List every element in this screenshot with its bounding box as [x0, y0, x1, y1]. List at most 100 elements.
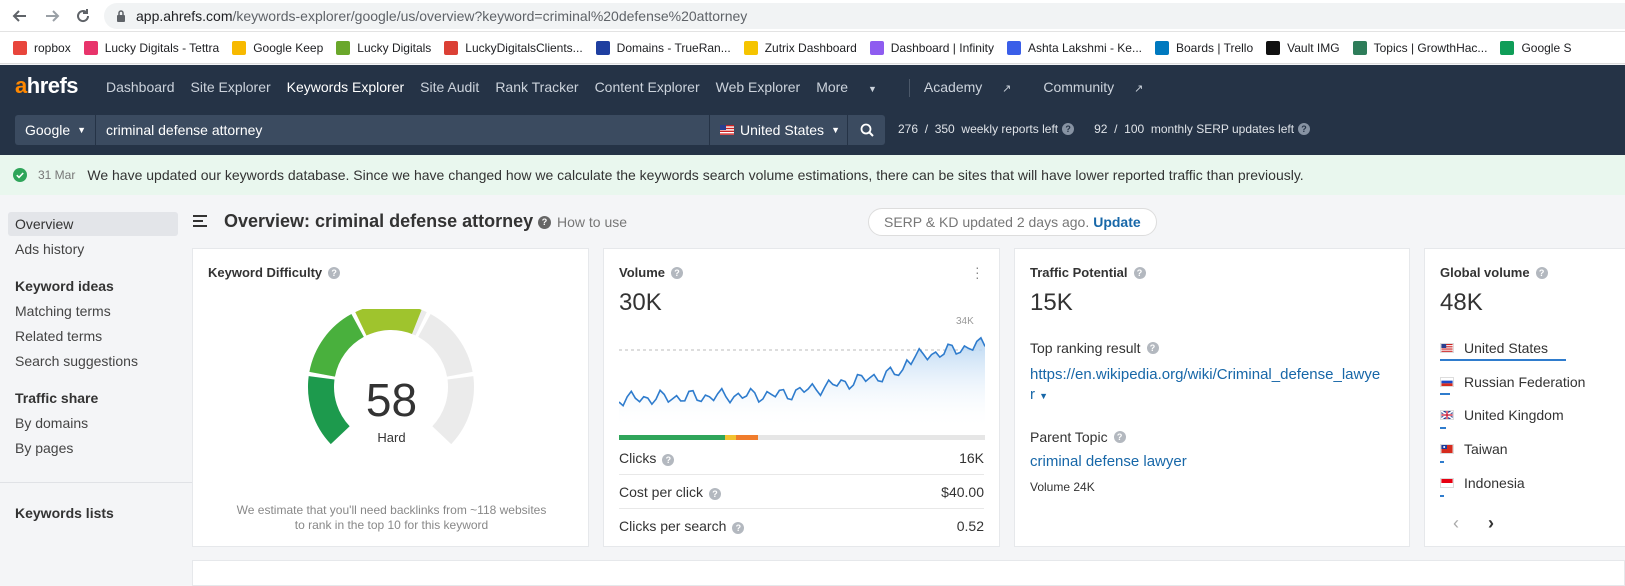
engine-select[interactable]: Google ▼ — [15, 115, 95, 145]
help-icon[interactable]: ? — [1062, 123, 1075, 135]
external-link-icon: ↗ — [1134, 83, 1144, 95]
bookmark-favicon-icon — [595, 40, 610, 55]
cpc-value: $40.00 — [941, 483, 984, 500]
sidebar-item-overview-label[interactable]: Overview — [15, 216, 73, 232]
prev-page-icon[interactable]: ‹ — [1453, 513, 1459, 534]
notice-date: 31 Mar — [38, 168, 76, 182]
kd-value: 58 — [365, 374, 418, 426]
reload-icon[interactable] — [73, 6, 93, 26]
bookmark-item[interactable]: Domains - TrueRan... — [595, 40, 731, 55]
bookmark-favicon-icon — [1006, 40, 1021, 55]
next-section-card — [192, 560, 1625, 586]
bookmark-item[interactable]: Google Keep — [232, 40, 323, 55]
back-icon[interactable] — [10, 6, 30, 26]
clicks-bar-paid2 — [736, 435, 759, 440]
country-select[interactable]: United States ▼ — [709, 115, 847, 145]
search-button[interactable] — [847, 115, 885, 145]
sidebar-heading-keyword-ideas: Keyword ideas — [15, 278, 114, 294]
clicks-bar-organic — [619, 435, 726, 440]
bookmark-item[interactable]: Boards | Trello — [1154, 40, 1254, 55]
bookmark-label: Topics | GrowthHac... — [1373, 40, 1488, 55]
help-icon[interactable]: ? — [662, 454, 675, 466]
country-row: United States — [1440, 340, 1548, 356]
sidebar-item-by-domains[interactable]: By domains — [15, 415, 88, 431]
more-options-icon[interactable]: · · · — [975, 260, 980, 284]
country-share-bar — [1440, 427, 1446, 429]
bookmark-favicon-icon — [444, 40, 459, 55]
ahrefs-logo[interactable]: ahrefs — [15, 73, 79, 99]
cps-value: 0.52 — [956, 517, 984, 534]
top-ranking-url[interactable]: https://en.wikipedia.org/wiki/Criminal_d… — [1030, 365, 1400, 406]
global-volume-card: Global volume? 48K United States Russian… — [1424, 248, 1625, 547]
taiwan-flag-icon — [1440, 444, 1454, 454]
help-icon[interactable]: ? — [1133, 266, 1146, 279]
bookmark-item[interactable]: Lucky Digitals - Tettra — [83, 40, 219, 55]
kd-title: Keyword Difficulty? — [208, 265, 341, 280]
help-icon[interactable]: ? — [1113, 431, 1126, 443]
bookmark-label: LuckyDigitalsClients... — [465, 40, 583, 55]
help-icon[interactable]: ? — [709, 487, 722, 500]
sidebar-item-search-suggestions[interactable]: Search suggestions — [15, 353, 138, 369]
bookmark-favicon-icon — [1154, 40, 1169, 55]
bookmark-item[interactable]: ropbox — [13, 40, 71, 55]
next-page-icon[interactable]: › — [1488, 513, 1494, 534]
menu-dashboard[interactable]: Dashboard — [106, 79, 175, 97]
help-icon[interactable]: ? — [1535, 266, 1548, 279]
help-icon[interactable]: ? — [732, 521, 745, 534]
menu-academy[interactable]: Academy ↗ — [924, 79, 1027, 97]
menu-web-explorer[interactable]: Web Explorer — [716, 79, 801, 97]
country-share-bar — [1440, 393, 1450, 395]
menu-content-explorer[interactable]: Content Explorer — [595, 79, 700, 97]
caret-down-icon: ▼ — [831, 125, 840, 135]
parent-topic-link[interactable]: criminal defense lawyer — [1030, 453, 1187, 470]
how-to-use-link[interactable]: ? How to use — [538, 214, 627, 230]
country-share-bar — [1440, 461, 1444, 463]
bookmark-item[interactable]: Zutrix Dashboard — [743, 40, 857, 55]
bookmark-favicon-icon — [1500, 40, 1515, 55]
country-row: Russian Federation — [1440, 374, 1585, 390]
bookmark-label: ropbox — [34, 40, 71, 55]
menu-keywords-explorer[interactable]: Keywords Explorer — [287, 79, 405, 97]
bookmark-favicon-icon — [232, 40, 247, 55]
kd-gauge-fill-segment — [309, 314, 365, 378]
notice-banner: 31 Mar We have updated our keywords data… — [0, 155, 1625, 195]
clicks-row: Clicks? 16K — [619, 450, 984, 466]
help-icon[interactable]: ? — [671, 266, 683, 279]
sidebar-item-ads-history[interactable]: Ads history — [15, 241, 84, 257]
help-icon[interactable]: ? — [1146, 342, 1159, 354]
update-button[interactable]: Update — [1093, 214, 1140, 230]
sidebar-item-keywords-lists[interactable]: Keywords lists — [15, 505, 114, 521]
forward-icon[interactable] — [42, 6, 62, 26]
menu-toggle-icon[interactable] — [193, 215, 207, 227]
bookmark-item[interactable]: LuckyDigitalsClients... — [444, 40, 583, 55]
menu-rank-tracker[interactable]: Rank Tracker — [495, 79, 578, 97]
sidebar-item-matching-terms[interactable]: Matching terms — [15, 303, 111, 319]
kd-note-1: We estimate that you'll need backlinks f… — [236, 503, 547, 517]
bookmark-item[interactable]: Dashboard | Infinity — [869, 40, 994, 55]
bookmark-item[interactable]: Ashta Lakshmi - Ke... — [1006, 40, 1142, 55]
address-bar[interactable]: app.ahrefs.com/keywords-explorer/google/… — [104, 3, 1625, 29]
bookmark-item[interactable]: Lucky Digitals — [336, 40, 432, 55]
menu-site-audit[interactable]: Site Audit — [420, 79, 479, 97]
country-row: Taiwan — [1440, 441, 1508, 457]
menu-more[interactable]: More ▼ — [816, 79, 893, 97]
bookmark-favicon-icon — [1266, 40, 1281, 55]
caret-down-icon: ▼ — [77, 125, 87, 135]
menu-site-explorer[interactable]: Site Explorer — [191, 79, 271, 97]
volume-area — [619, 337, 985, 429]
help-icon[interactable]: ? — [328, 266, 341, 279]
help-icon[interactable]: ? — [1298, 123, 1311, 135]
bookmark-label: Lucky Digitals — [357, 40, 432, 55]
clicks-bar-paid — [725, 435, 737, 440]
bookmark-item[interactable]: Google S — [1500, 40, 1571, 55]
bookmark-item[interactable]: Topics | GrowthHac... — [1352, 40, 1488, 55]
sidebar-item-by-pages[interactable]: By pages — [15, 440, 73, 456]
country-share-bar — [1440, 359, 1566, 361]
keyword-input[interactable]: criminal defense attorney — [95, 115, 709, 145]
sidebar-divider — [0, 482, 192, 483]
bookmark-label: Boards | Trello — [1175, 40, 1254, 55]
bookmark-item[interactable]: Vault IMG — [1266, 40, 1340, 55]
sidebar-item-related-terms[interactable]: Related terms — [15, 328, 102, 344]
us-flag-icon — [720, 125, 734, 135]
menu-community[interactable]: Community ↗ — [1043, 79, 1159, 97]
